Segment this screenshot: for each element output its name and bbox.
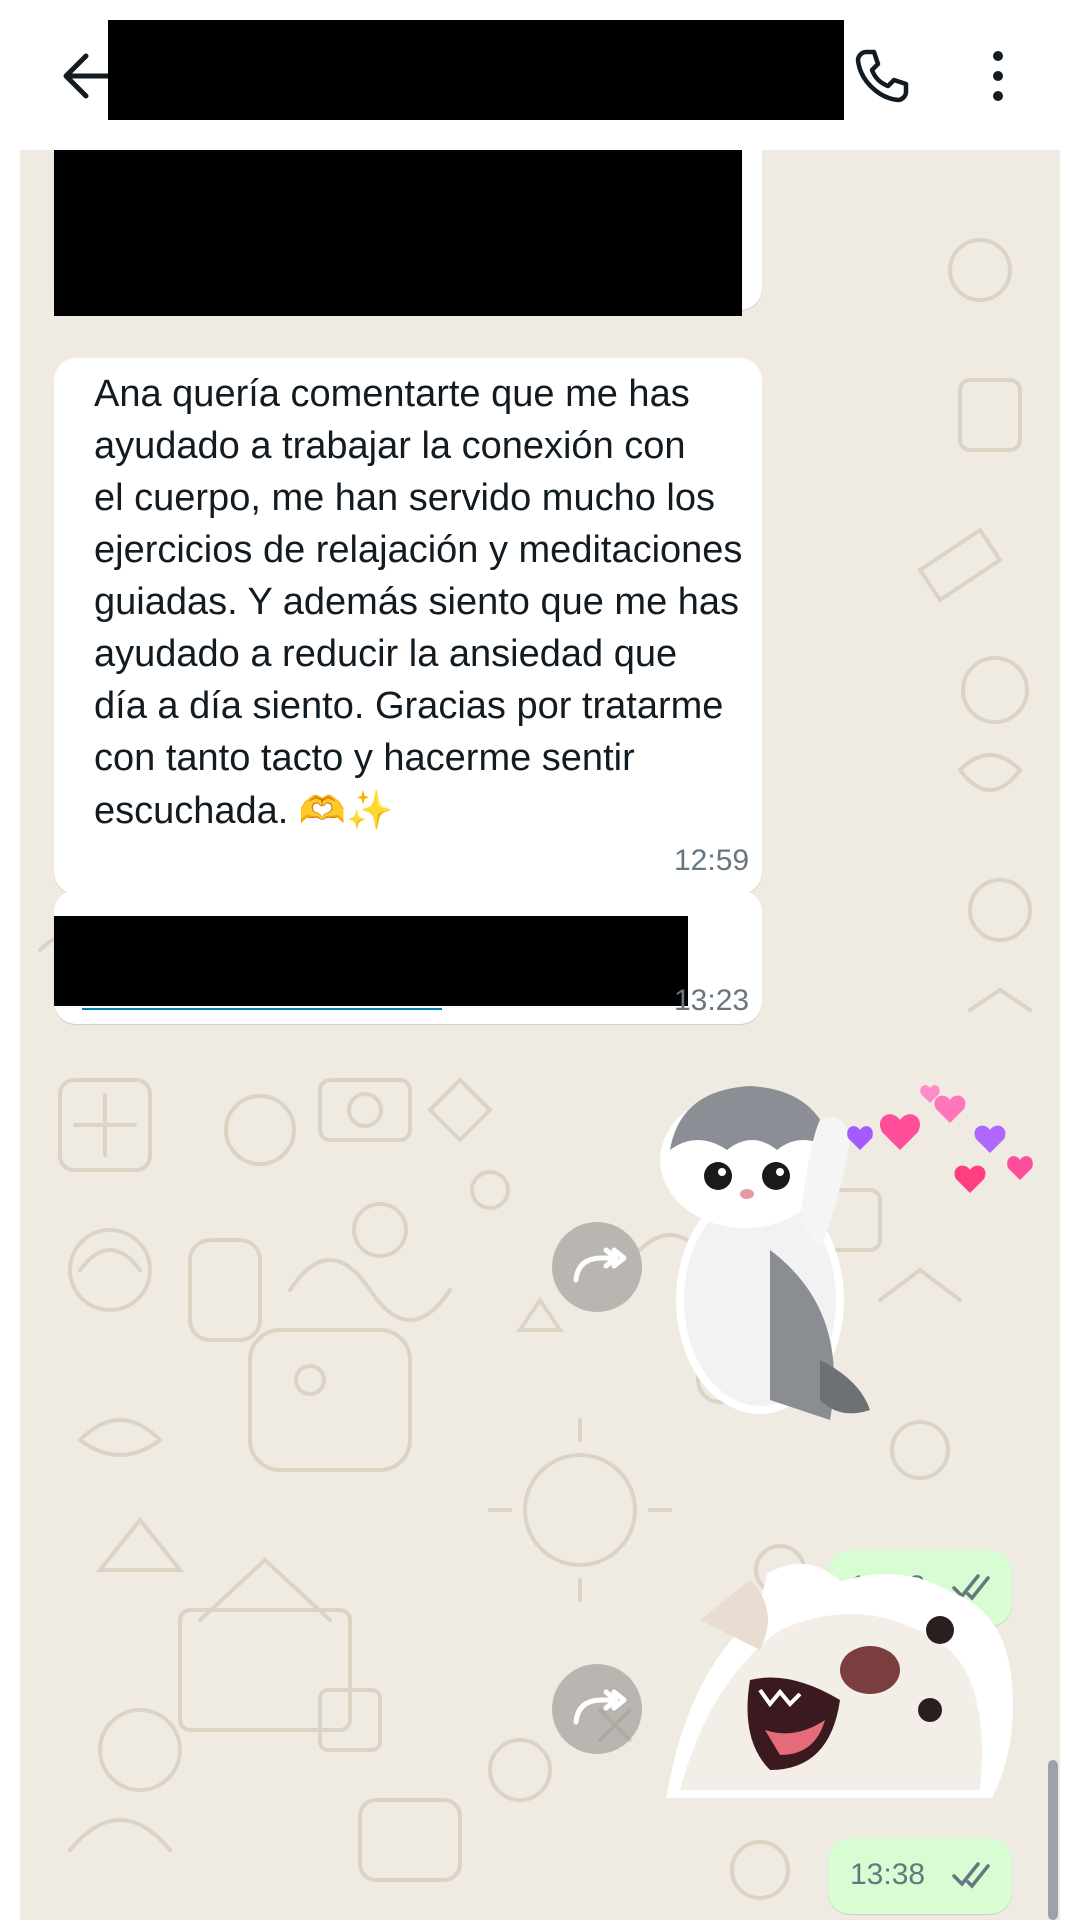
forward-icon <box>573 1689 627 1725</box>
read-receipt-icon <box>952 1860 996 1895</box>
more-options-button[interactable] <box>980 46 1016 106</box>
link-underline <box>82 1008 442 1010</box>
laughing-dog-sticker <box>666 1564 1014 1798</box>
chat-header <box>0 0 1080 150</box>
emoji-heart-hands-sparkles: 🫶✨ <box>298 788 394 832</box>
forward-button[interactable] <box>552 1664 642 1754</box>
forward-button[interactable] <box>552 1222 642 1312</box>
more-vertical-icon <box>993 51 1003 101</box>
kitten-hearts-sticker <box>660 1085 1033 1420</box>
sticker-kitten-hearts[interactable] <box>650 1080 1050 1440</box>
voice-call-button[interactable] <box>852 46 912 106</box>
forward-icon <box>573 1247 627 1283</box>
message-bubble-incoming[interactable] <box>54 150 762 316</box>
redacted-link[interactable] <box>54 916 688 1006</box>
chat-area[interactable]: Ana quería comentarte que me has ayudado… <box>20 150 1060 1920</box>
message-text: Ana quería comentarte que me has ayudado… <box>94 373 743 832</box>
sticker-laughing-dog[interactable] <box>660 1560 1050 1800</box>
phone-icon <box>855 49 909 103</box>
message-time: 13:38 <box>850 1858 926 1891</box>
scrollbar[interactable] <box>1048 1760 1058 1920</box>
redacted-content <box>54 150 742 316</box>
message-bubble-outgoing-time: 13:38 <box>828 1838 1012 1914</box>
contact-name-redacted[interactable] <box>108 20 844 120</box>
message-time: 12:59 <box>674 844 750 877</box>
message-time: 13:23 <box>674 984 750 1017</box>
